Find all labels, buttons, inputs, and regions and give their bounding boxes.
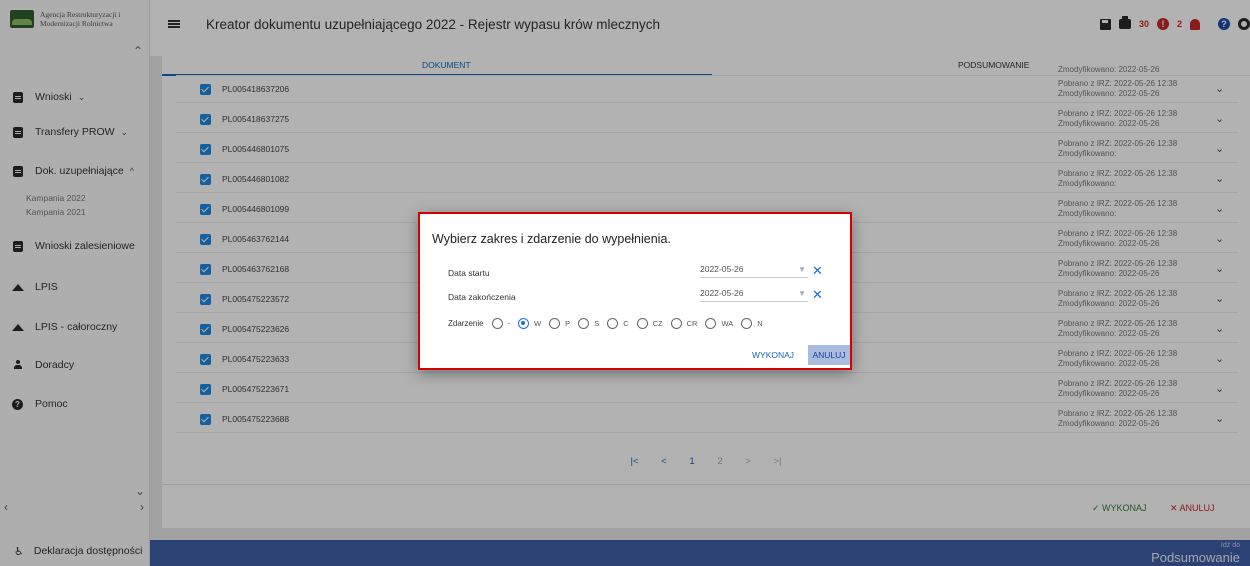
end-date-field[interactable]: 2022-05-26 ▼ (700, 288, 808, 302)
radio-icon[interactable] (636, 318, 648, 329)
event-option[interactable]: CR (670, 318, 698, 329)
end-date-value: 2022-05-26 (700, 288, 744, 298)
event-selector: Zdarzenie - W P S C CZ CR WA N (448, 318, 771, 329)
start-date-value: 2022-05-26 (700, 264, 744, 274)
radio-icon[interactable] (549, 318, 561, 329)
start-date-label: Data startu (448, 268, 490, 278)
event-option[interactable]: W (518, 318, 541, 329)
event-label: Zdarzenie (448, 319, 484, 328)
event-option[interactable]: P (549, 318, 570, 329)
radio-icon[interactable] (518, 318, 530, 329)
range-event-dialog: Wybierz zakres i zdarzenie do wypełnieni… (418, 212, 852, 370)
event-option[interactable]: WA (705, 318, 733, 329)
event-option[interactable]: - (491, 318, 511, 329)
dialog-title: Wybierz zakres i zdarzenie do wypełnieni… (432, 232, 671, 246)
event-option-label: CZ (652, 319, 663, 328)
dropdown-arrow-icon[interactable]: ▼ (798, 289, 806, 298)
clear-end-date-icon[interactable]: ✕ (812, 287, 823, 303)
radio-icon[interactable] (491, 318, 503, 329)
event-option-label: CR (686, 319, 698, 328)
event-option[interactable]: N (741, 318, 763, 329)
dialog-cancel-button[interactable]: ANULUJ (808, 345, 850, 365)
end-date-label: Data zakończenia (448, 292, 516, 302)
event-option[interactable]: C (607, 318, 629, 329)
event-option[interactable]: CZ (636, 318, 663, 329)
event-option-label: C (623, 319, 629, 328)
radio-icon[interactable] (741, 318, 753, 329)
event-option-label: - (507, 319, 511, 328)
clear-start-date-icon[interactable]: ✕ (812, 263, 823, 279)
event-option-label: P (565, 319, 571, 328)
radio-icon[interactable] (607, 318, 619, 329)
event-radio-group: - W P S C CZ CR WA N (491, 318, 771, 329)
radio-icon[interactable] (705, 318, 717, 329)
radio-icon[interactable] (578, 318, 590, 329)
start-date-field[interactable]: 2022-05-26 ▼ (700, 264, 808, 278)
event-option-label: WA (721, 319, 734, 328)
event-option-label: W (534, 319, 542, 328)
dropdown-arrow-icon[interactable]: ▼ (798, 265, 806, 274)
event-option-label: S (594, 319, 600, 328)
dialog-run-button[interactable]: WYKONAJ (752, 350, 794, 360)
radio-icon[interactable] (670, 318, 682, 329)
event-option[interactable]: S (578, 318, 599, 329)
event-option-label: N (757, 319, 763, 328)
